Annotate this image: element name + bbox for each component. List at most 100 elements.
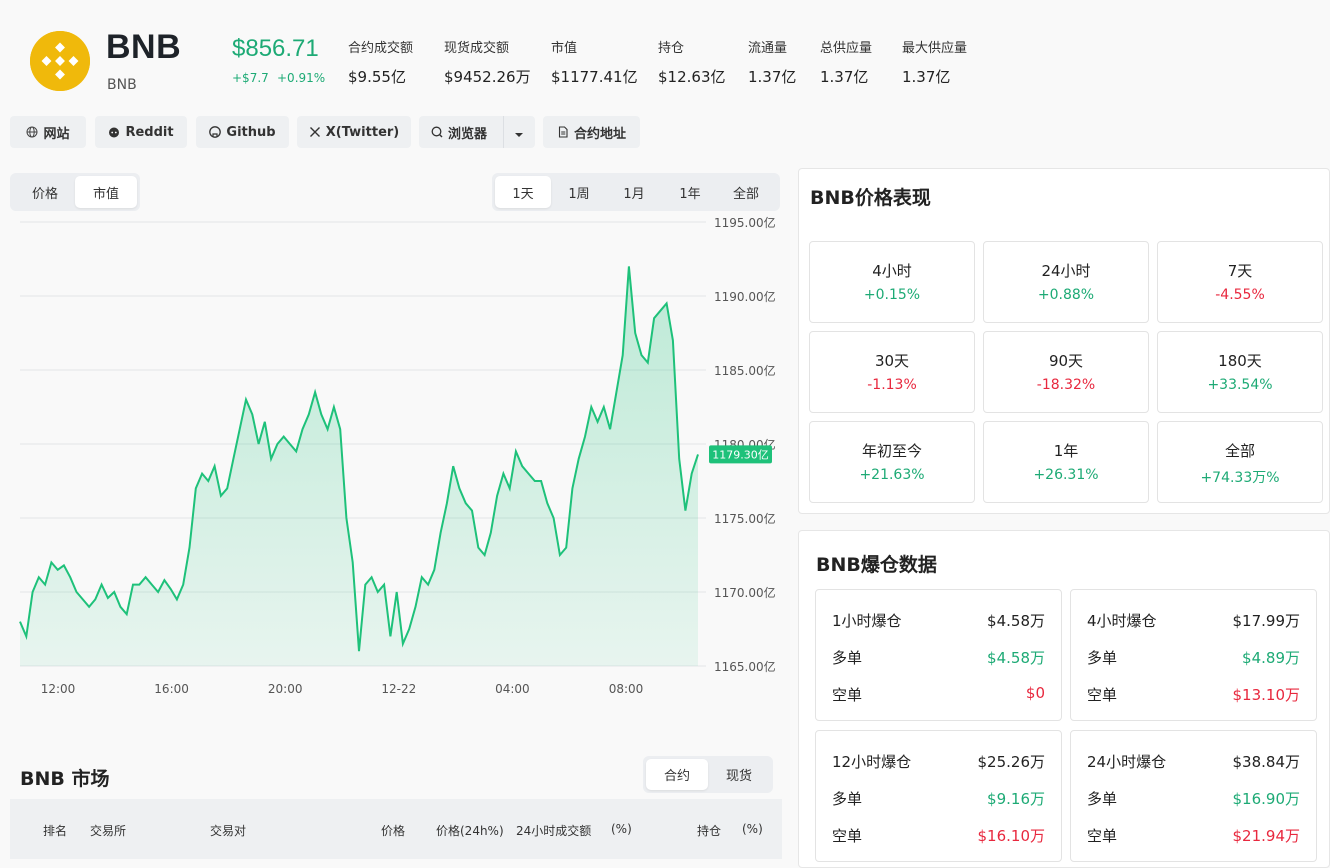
- long-liquidation-value: $4.58万: [987, 649, 1045, 667]
- performance-cell: 180天 +33.54%: [1157, 331, 1323, 413]
- column-24h-volume[interactable]: 24小时成交额: [516, 822, 591, 839]
- column-exchange[interactable]: 交易所: [90, 822, 126, 839]
- performance-period: 24小时: [1041, 262, 1091, 280]
- stat-value-max-supply: 1.37亿: [902, 68, 951, 86]
- stat-label-circulating: 流通量: [748, 41, 788, 56]
- short-liquidation-value: $0: [1025, 684, 1045, 702]
- tab-price[interactable]: 价格: [14, 176, 76, 208]
- performance-cell: 30天 -1.13%: [809, 331, 975, 413]
- performance-change: -1.13%: [867, 377, 917, 393]
- chart-area: [20, 266, 698, 666]
- stat-value-spot-volume: $9452.26万: [444, 68, 531, 86]
- market-type-tabs: 合约 现货: [643, 756, 773, 793]
- chevron-down-icon[interactable]: [510, 126, 528, 138]
- reddit-icon: [109, 127, 120, 138]
- price-change-absolute: +$7.7: [232, 71, 269, 85]
- tab-futures[interactable]: 合约: [646, 759, 708, 790]
- explorer-label: 浏览器: [448, 126, 488, 142]
- y-tick-label: 1195.00亿: [714, 215, 776, 230]
- long-liquidation-value: $9.16万: [987, 790, 1045, 808]
- performance-cell: 24小时 +0.88%: [983, 241, 1149, 323]
- liquidation-row: 4小时爆仓 $17.99万: [1087, 610, 1300, 630]
- twitter-label: X(Twitter): [325, 124, 400, 140]
- performance-period: 7天: [1227, 262, 1253, 280]
- stat-label-open-interest: 持仓: [658, 41, 685, 56]
- performance-change: +74.33万%: [1200, 470, 1280, 486]
- github-button[interactable]: Github: [196, 116, 289, 148]
- column-price[interactable]: 价格: [381, 822, 405, 839]
- liquidation-row: 12小时爆仓 $25.26万: [832, 751, 1045, 771]
- performance-period: 30天: [874, 352, 910, 370]
- performance-cell: 4小时 +0.15%: [809, 241, 975, 323]
- performance-change: -18.32%: [1036, 377, 1096, 393]
- performance-period: 90天: [1048, 352, 1084, 370]
- liquidation-cell: 12小时爆仓 $25.26万 多单 $9.16万 空单 $16.10万: [815, 730, 1062, 862]
- performance-change: +26.31%: [1033, 467, 1099, 483]
- liquidation-cell: 1小时爆仓 $4.58万 多单 $4.58万空单 $0: [815, 589, 1062, 721]
- liquidation-period: 24小时爆仓: [1087, 753, 1167, 771]
- range-tab-1y[interactable]: 1年: [662, 176, 718, 208]
- performance-cell: 7天 -4.55%: [1157, 241, 1323, 323]
- performance-cell: 全部 +74.33万%: [1157, 421, 1323, 503]
- column-price-24h[interactable]: 价格(24h%): [436, 822, 504, 839]
- performance-change: +0.88%: [1037, 287, 1095, 303]
- market-cap-chart[interactable]: 1195.00亿1190.00亿1185.00亿1180.00亿1175.00亿…: [0, 210, 790, 700]
- tab-spot[interactable]: 现货: [708, 759, 770, 790]
- liquidation-row: 1小时爆仓 $4.58万: [832, 610, 1045, 630]
- column-oi-percent[interactable]: (%): [742, 822, 763, 836]
- column-open-interest[interactable]: 持仓: [697, 822, 721, 839]
- performance-change: -4.55%: [1215, 287, 1265, 303]
- performance-period: 1年: [1053, 442, 1079, 460]
- stat-label-max-supply: 最大供应量: [902, 41, 968, 56]
- performance-period: 年初至今: [861, 442, 922, 460]
- globe-icon: [26, 126, 38, 138]
- column-volume-percent[interactable]: (%): [611, 822, 632, 836]
- reddit-button[interactable]: Reddit: [95, 116, 187, 148]
- website-label: 网站: [43, 126, 70, 142]
- range-tab-1m[interactable]: 1月: [606, 176, 662, 208]
- x-tick-label: 20:00: [268, 682, 303, 696]
- performance-cell: 1年 +26.31%: [983, 421, 1149, 503]
- twitter-button[interactable]: X(Twitter): [297, 116, 411, 148]
- stat-value-open-interest: $12.63亿: [658, 68, 726, 86]
- liquidation-row: 多单 $9.16万: [832, 788, 1045, 808]
- stat-label-market-cap: 市值: [551, 41, 578, 56]
- contract-address-button[interactable]: 合约地址: [543, 116, 640, 148]
- column-rank[interactable]: 排名: [43, 822, 67, 839]
- liquidation-row: 空单 $0: [832, 684, 1045, 704]
- stat-label-total-supply: 总供应量: [820, 41, 873, 56]
- x-tick-label: 08:00: [609, 682, 644, 696]
- price-performance-title: BNB价格表现: [810, 187, 931, 209]
- liquidation-row: 多单 $4.58万: [832, 647, 1045, 667]
- website-button[interactable]: 网站: [10, 116, 86, 148]
- price-change-percent: +0.91%: [277, 71, 326, 85]
- document-icon: [558, 126, 568, 138]
- tab-market-cap[interactable]: 市值: [75, 176, 137, 208]
- liquidation-cell: 24小时爆仓 $38.84万 多单 $16.90万 空单 $21.94万: [1070, 730, 1317, 862]
- x-tick-label: 12:00: [41, 682, 76, 696]
- liquidation-cell: 4小时爆仓 $17.99万 多单 $4.89万 空单 $13.10万: [1070, 589, 1317, 721]
- range-tab-1w[interactable]: 1周: [551, 176, 607, 208]
- performance-change: +0.15%: [863, 287, 921, 303]
- y-tick-label: 1170.00亿: [714, 585, 776, 600]
- coin-name: BNB: [106, 28, 182, 66]
- liquidation-title: BNB爆仓数据: [816, 554, 937, 576]
- long-label: 多单: [832, 649, 863, 667]
- explorer-divider: [503, 116, 504, 148]
- long-label: 多单: [1087, 649, 1118, 667]
- short-label: 空单: [832, 827, 863, 845]
- current-value-label: 1179.30亿: [712, 448, 769, 461]
- stat-value-market-cap: $1177.41亿: [551, 68, 638, 86]
- github-icon: [209, 126, 222, 138]
- liquidation-row: 多单 $4.89万: [1087, 647, 1300, 667]
- long-label: 多单: [1087, 790, 1118, 808]
- x-icon: [309, 127, 320, 137]
- column-pair[interactable]: 交易对: [210, 822, 246, 839]
- long-liquidation-value: $4.89万: [1242, 649, 1300, 667]
- stat-value-total-supply: 1.37亿: [820, 68, 869, 86]
- range-tab-all[interactable]: 全部: [718, 176, 774, 208]
- range-tab-1d[interactable]: 1天: [495, 176, 551, 208]
- liquidation-row: 多单 $16.90万: [1087, 788, 1300, 808]
- coin-symbol: BNB: [107, 77, 137, 93]
- contract-label: 合约地址: [573, 126, 626, 142]
